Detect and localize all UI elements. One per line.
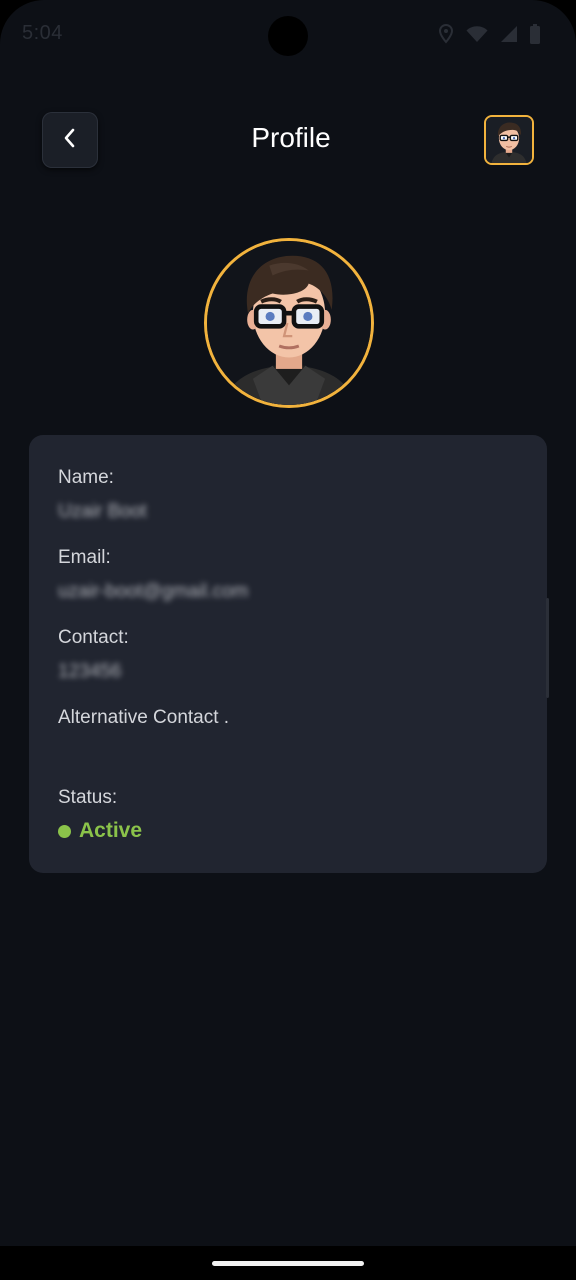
status-indicator: Active	[58, 819, 142, 843]
email-label: Email:	[58, 547, 111, 568]
name-label: Name:	[58, 467, 114, 488]
status-label: Status:	[58, 787, 118, 808]
signal-icon	[500, 25, 518, 43]
status-icons	[438, 24, 540, 44]
contact-value: 123456	[58, 661, 122, 682]
profile-info-card: Name: Uzair Boot Email: uzair-boot@gmail…	[29, 435, 547, 873]
alternative-contact-label: Alternative Contact .	[58, 707, 230, 728]
home-indicator[interactable]	[212, 1261, 364, 1266]
user-avatar-icon	[486, 117, 532, 163]
camera-cutout	[268, 16, 308, 56]
location-icon	[438, 24, 454, 44]
status-bar: 5:04	[0, 0, 576, 72]
system-navigation-bar	[0, 1246, 576, 1280]
profile-screen: 5:04 Profile Name: Uzair Boot Email: uza…	[0, 0, 576, 1280]
email-value: uzair-boot@gmail.com	[58, 581, 249, 602]
status-dot-icon	[58, 824, 71, 838]
name-value: Uzair Boot	[58, 501, 147, 522]
status-value: Active	[79, 819, 143, 842]
scroll-indicator	[546, 598, 549, 698]
battery-icon	[530, 24, 540, 44]
wifi-icon	[466, 25, 488, 43]
header-avatar-button[interactable]	[484, 115, 534, 165]
contact-label: Contact:	[58, 627, 129, 648]
status-time: 5:04	[22, 22, 63, 44]
profile-avatar	[204, 238, 374, 408]
user-avatar-icon	[207, 241, 371, 405]
